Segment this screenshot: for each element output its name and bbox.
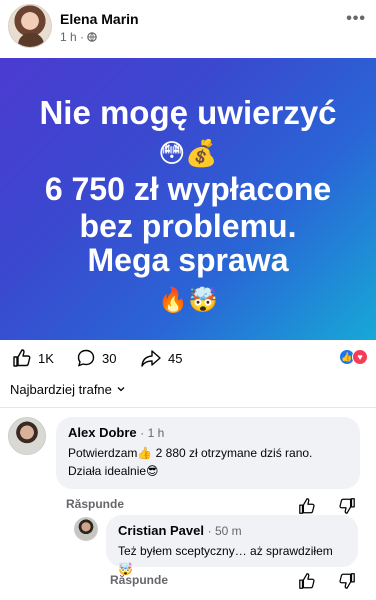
comment-sort-dropdown[interactable]: Najbardziej trafne xyxy=(10,382,126,397)
banner-emoji-1: 😳💰 xyxy=(158,138,218,168)
comment-text: Potwierdzam👍 2 880 zł otrzymane dziś ran… xyxy=(68,444,348,480)
globe-icon xyxy=(87,30,98,44)
love-reaction-icon: ♥ xyxy=(352,349,368,365)
reply-avatar[interactable] xyxy=(74,517,98,541)
banner-line-2: 6 750 zł wypłacone xyxy=(44,171,332,207)
comment-text-line: Potwierdzam👍 2 880 zł otrzymane dziś ran… xyxy=(68,446,313,460)
banner-line-4: Mega sprawa xyxy=(87,242,289,278)
reply-author-row: Cristian Pavel · 50 m xyxy=(118,523,242,538)
banner-line-1: Nie mogę uwierzyć xyxy=(39,94,337,131)
author-name[interactable]: Elena Marin xyxy=(60,11,139,27)
post-meta: 1 h · xyxy=(60,30,98,44)
post-time[interactable]: 1 h xyxy=(60,30,77,44)
more-options-icon[interactable]: ••• xyxy=(346,10,366,28)
post-actions: 1K 30 45 👍 ♥ xyxy=(0,340,376,374)
reply-author[interactable]: Cristian Pavel xyxy=(118,523,204,538)
comment-count: 30 xyxy=(102,350,117,366)
share-count: 45 xyxy=(168,350,183,366)
comment-text-line: Działa idealnie😎 xyxy=(68,464,159,478)
author-avatar[interactable] xyxy=(8,4,52,48)
divider xyxy=(0,407,376,408)
comment-icon xyxy=(76,348,96,368)
post-banner-image[interactable]: Nie mogę uwierzyć 😳💰 6 750 zł wypłacone … xyxy=(0,58,376,340)
reply-button[interactable]: Răspunde xyxy=(110,573,168,587)
comment-time: 1 h xyxy=(147,426,165,440)
post-header: Elena Marin 1 h · ••• xyxy=(0,0,376,56)
reply-time: 50 m xyxy=(214,524,242,538)
like-count: 1K xyxy=(38,350,54,366)
comment-author[interactable]: Alex Dobre xyxy=(68,425,137,440)
share-button[interactable]: 45 xyxy=(140,348,182,368)
comment-avatar[interactable] xyxy=(8,417,46,455)
comment-bubble: Alex Dobre · 1 h Potwierdzam👍 2 880 zł o… xyxy=(56,417,360,489)
share-icon xyxy=(140,348,162,368)
comment-author-row: Alex Dobre · 1 h xyxy=(68,425,165,440)
reply-button[interactable]: Răspunde xyxy=(66,497,124,511)
reaction-summary[interactable]: 👍 ♥ xyxy=(339,349,368,365)
chevron-down-icon xyxy=(116,382,126,397)
banner-emoji-2: 🔥🤯 xyxy=(158,287,218,314)
reply-bubble: Cristian Pavel · 50 m Też byłem sceptycz… xyxy=(106,515,358,576)
like-button[interactable]: 1K xyxy=(12,348,54,368)
sort-label: Najbardziej trafne xyxy=(10,382,112,397)
comment-button[interactable]: 30 xyxy=(76,348,116,368)
thumbs-up-icon[interactable] xyxy=(298,572,316,595)
thumbs-down-icon[interactable] xyxy=(338,572,356,595)
banner-line-3: bez problemu. xyxy=(79,208,297,244)
like-icon xyxy=(12,348,32,368)
